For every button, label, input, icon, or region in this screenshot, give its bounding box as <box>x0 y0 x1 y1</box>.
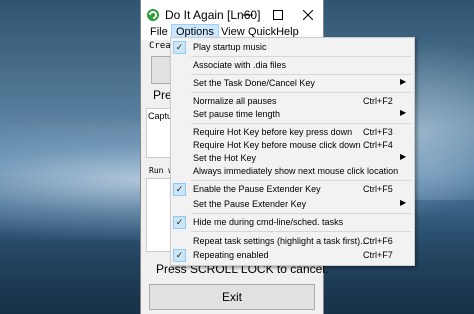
exit-label: Exit <box>221 290 242 304</box>
menu-item-pause-time-length[interactable]: Set pause time length ▶ <box>171 108 414 121</box>
submenu-arrow-icon: ▶ <box>400 108 407 117</box>
menu-item-hotkey-key-press[interactable]: Require Hot Key before key press down Ct… <box>171 126 414 139</box>
menu-item-shortcut: Ctrl+F2 <box>363 96 393 106</box>
menu-item-label: Set pause time length <box>193 109 281 119</box>
menu-item-shortcut: Ctrl+F6 <box>363 236 393 246</box>
menu-item-associate-dia[interactable]: Associate with .dia files <box>171 59 414 72</box>
menu-separator <box>191 180 411 181</box>
close-icon <box>303 10 313 20</box>
checkmark-icon: ✓ <box>173 41 186 54</box>
menu-separator <box>191 213 411 214</box>
menu-item-label: Repeat task settings (highlight a task f… <box>193 236 368 246</box>
menu-item-label: Set the Task Done/Cancel Key <box>193 78 315 88</box>
menu-item-normalize-pauses[interactable]: Normalize all pauses Ctrl+F2 <box>171 95 414 108</box>
submenu-arrow-icon: ▶ <box>400 77 407 86</box>
menu-item-enable-pause-extender[interactable]: ✓ Enable the Pause Extender Key Ctrl+F5 <box>171 183 414 196</box>
menu-item-label: Set the Hot Key <box>193 153 257 163</box>
menu-item-label: Hide me during cmd-line/sched. tasks <box>193 217 344 227</box>
menu-item-hide-during-cmdline[interactable]: ✓ Hide me during cmd-line/sched. tasks <box>171 216 414 229</box>
menu-item-shortcut: Ctrl+F7 <box>363 250 393 260</box>
menu-separator <box>191 56 411 57</box>
checkmark-icon: ✓ <box>173 216 186 229</box>
menu-item-label: Enable the Pause Extender Key <box>193 184 321 194</box>
checkmark-icon: ✓ <box>173 183 186 196</box>
menu-item-repeat-task-settings[interactable]: Repeat task settings (highlight a task f… <box>171 235 414 248</box>
menu-item-shortcut: Ctrl+F4 <box>363 140 393 150</box>
menu-item-label: Always immediately show next mouse click… <box>193 166 399 176</box>
options-dropdown: ✓ Play startup music Associate with .dia… <box>170 37 415 266</box>
menu-item-set-hotkey[interactable]: Set the Hot Key ▶ <box>171 152 414 165</box>
menu-item-repeating-enabled[interactable]: ✓ Repeating enabled Ctrl+F7 <box>171 249 414 262</box>
menu-item-task-done-key[interactable]: Set the Task Done/Cancel Key ▶ <box>171 77 414 90</box>
menu-separator <box>191 123 411 124</box>
menu-item-label: Require Hot Key before key press down <box>193 127 353 137</box>
app-icon <box>147 9 159 21</box>
menu-item-show-next-click[interactable]: Always immediately show next mouse click… <box>171 165 414 178</box>
menu-item-label: Play startup music <box>193 42 267 52</box>
menu-file[interactable]: File <box>146 25 172 39</box>
menu-item-hotkey-mouse-click[interactable]: Require Hot Key before mouse click down … <box>171 139 414 152</box>
submenu-arrow-icon: ▶ <box>400 198 407 207</box>
menu-separator <box>191 92 411 93</box>
menu-item-label: Normalize all pauses <box>193 96 277 106</box>
maximize-icon <box>273 10 283 20</box>
minimize-icon <box>243 14 253 16</box>
submenu-arrow-icon: ▶ <box>400 152 407 161</box>
menu-item-play-startup-music[interactable]: ✓ Play startup music <box>171 41 414 54</box>
menu-separator <box>191 231 411 232</box>
menu-item-label: Repeating enabled <box>193 250 269 260</box>
menu-item-shortcut: Ctrl+F5 <box>363 184 393 194</box>
menu-item-set-pause-extender[interactable]: Set the Pause Extender Key ▶ <box>171 198 414 211</box>
menu-item-label: Set the Pause Extender Key <box>193 199 307 209</box>
menu-item-shortcut: Ctrl+F3 <box>363 127 393 137</box>
exit-button[interactable]: Exit <box>149 284 315 310</box>
menu-item-label: Associate with .dia files <box>193 60 287 70</box>
checkmark-icon: ✓ <box>173 249 186 262</box>
menu-item-label: Require Hot Key before mouse click down <box>193 140 361 150</box>
menu-separator <box>191 74 411 75</box>
